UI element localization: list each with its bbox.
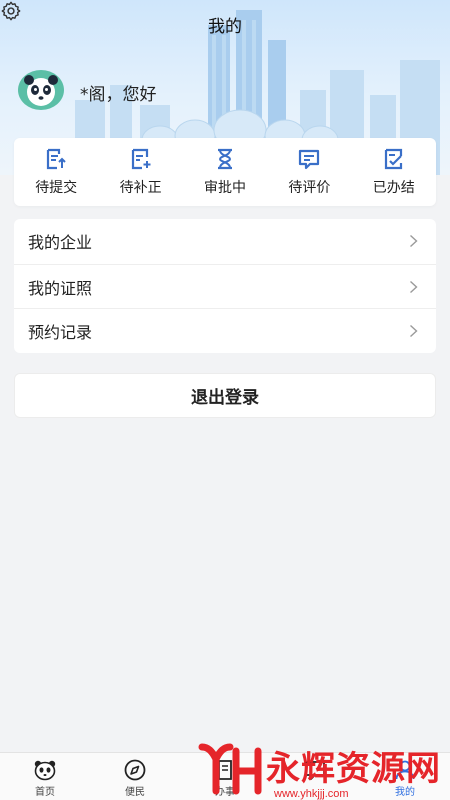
tab-label: 办事: [215, 787, 235, 798]
done-doc-icon: [384, 148, 402, 170]
tab-convenience[interactable]: 便民: [90, 753, 180, 800]
menu-item-label: 预约记录: [28, 323, 93, 343]
status-completed[interactable]: 已办结: [354, 147, 434, 197]
application-status-card: 待提交 待补正 审批中 待评价 已办结: [14, 138, 436, 206]
settings-gear-icon[interactable]: [0, 0, 22, 22]
status-label: 待提交: [35, 180, 78, 196]
chevron-right-icon: [410, 325, 418, 338]
tab-label: 首页: [35, 787, 55, 798]
tab-label: 便民: [125, 787, 145, 798]
menu-item-my-enterprise[interactable]: 我的企业: [14, 219, 436, 264]
page-title: 我的: [208, 17, 242, 37]
status-in-approval[interactable]: 审批中: [185, 147, 265, 197]
status-label: 审批中: [203, 180, 246, 196]
status-label: 待补正: [119, 180, 162, 196]
menu-item-label: 我的企业: [28, 233, 93, 253]
chevron-right-icon: [410, 280, 418, 293]
user-icon: [395, 760, 415, 780]
menu-item-my-licenses[interactable]: 我的证照: [14, 263, 436, 309]
avatar[interactable]: [18, 70, 64, 110]
hourglass-icon: [217, 148, 232, 170]
menu-item-label: 我的证照: [28, 278, 93, 298]
panda-avatar-icon: [24, 75, 58, 106]
chat-icon: [305, 761, 325, 780]
tab-label: 我的: [395, 787, 415, 798]
tab-services[interactable]: 办事: [180, 753, 270, 800]
status-pending-submit[interactable]: 待提交: [16, 147, 96, 197]
menu-item-appointments[interactable]: 预约记录: [14, 308, 436, 353]
bottom-tab-bar: 首页 便民 办事 我的: [0, 752, 450, 800]
user-greeting: *阁，您好: [80, 85, 157, 105]
doc-icon: [218, 760, 232, 780]
compass-icon: [124, 759, 146, 781]
chevron-right-icon: [410, 235, 418, 248]
submit-doc-icon: [47, 148, 66, 170]
status-pending-review[interactable]: 待评价: [269, 147, 349, 197]
status-label: 待评价: [288, 180, 331, 196]
profile-menu: 我的企业 我的证照 预约记录: [14, 219, 436, 353]
tab-home[interactable]: 首页: [0, 753, 90, 800]
status-label: 已办结: [372, 180, 415, 196]
tab-mine[interactable]: 我的: [360, 753, 450, 800]
status-pending-supplement[interactable]: 待补正: [101, 147, 181, 197]
supplement-doc-icon: [131, 148, 151, 170]
tab-messages[interactable]: [270, 753, 360, 800]
logout-button[interactable]: 退出登录: [14, 373, 436, 418]
panda-icon: [34, 760, 56, 781]
comment-icon: [299, 149, 320, 170]
